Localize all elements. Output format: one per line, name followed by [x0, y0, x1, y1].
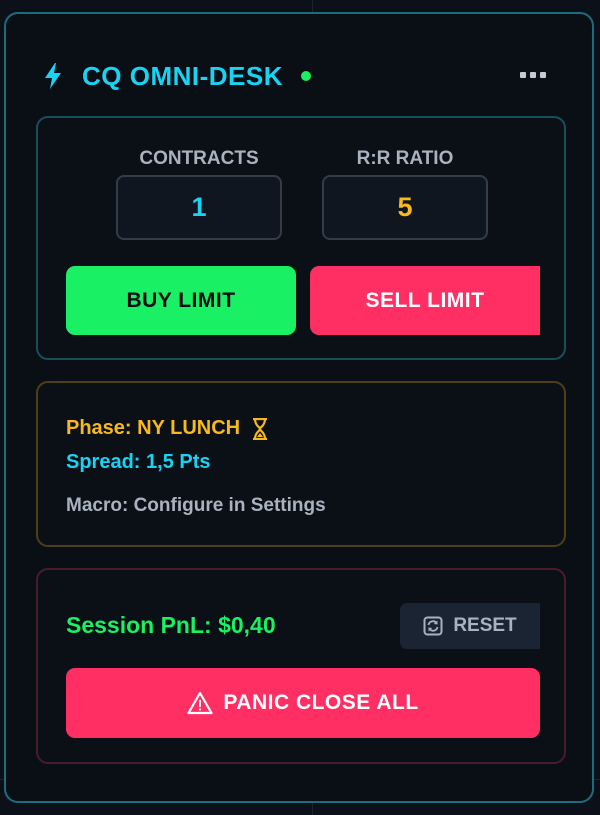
contracts-label: CONTRACTS: [139, 148, 259, 169]
panic-close-all-button[interactable]: PANIC CLOSE ALL: [66, 668, 540, 738]
contracts-input[interactable]: 1: [116, 175, 282, 240]
rr-ratio-label: R:R RATIO: [356, 148, 454, 169]
refresh-icon: [423, 616, 443, 636]
reset-button[interactable]: RESET: [400, 603, 540, 649]
warning-icon: [187, 691, 213, 715]
connection-status-dot: [301, 71, 311, 81]
hourglass-icon: [253, 417, 268, 440]
spread-value: Spread: 1,5 Pts: [66, 451, 211, 473]
reset-label: RESET: [453, 615, 517, 636]
panic-close-all-label: PANIC CLOSE ALL: [223, 691, 419, 714]
omni-desk-panel: CQ OMNI-DESK CONTRACTS R:R RATIO 1 5 BUY…: [4, 12, 594, 803]
panel-header: CQ OMNI-DESK: [42, 58, 311, 94]
buy-limit-button[interactable]: BUY LIMIT: [66, 266, 296, 335]
session-phase-text: Phase: NY LUNCH: [66, 417, 241, 439]
macro-status: Macro: Configure in Settings: [66, 495, 326, 516]
bolt-icon: [45, 63, 61, 89]
order-entry-section: CONTRACTS R:R RATIO 1 5 BUY LIMIT SELL L…: [36, 116, 566, 360]
app-title: CQ OMNI-DESK: [82, 60, 283, 91]
session-pnl: Session PnL: $0,40: [66, 612, 276, 638]
session-pnl-section: Session PnL: $0,40 RESET PANIC CLOSE ALL: [36, 568, 566, 764]
market-info-section: Phase: NY LUNCH Spread: 1,5 Pts Macro: C…: [36, 381, 566, 547]
more-horizontal-icon[interactable]: [520, 72, 546, 78]
session-phase: Phase: NY LUNCH: [66, 417, 268, 440]
rr-ratio-input[interactable]: 5: [322, 175, 488, 240]
sell-limit-button[interactable]: SELL LIMIT: [310, 266, 540, 335]
